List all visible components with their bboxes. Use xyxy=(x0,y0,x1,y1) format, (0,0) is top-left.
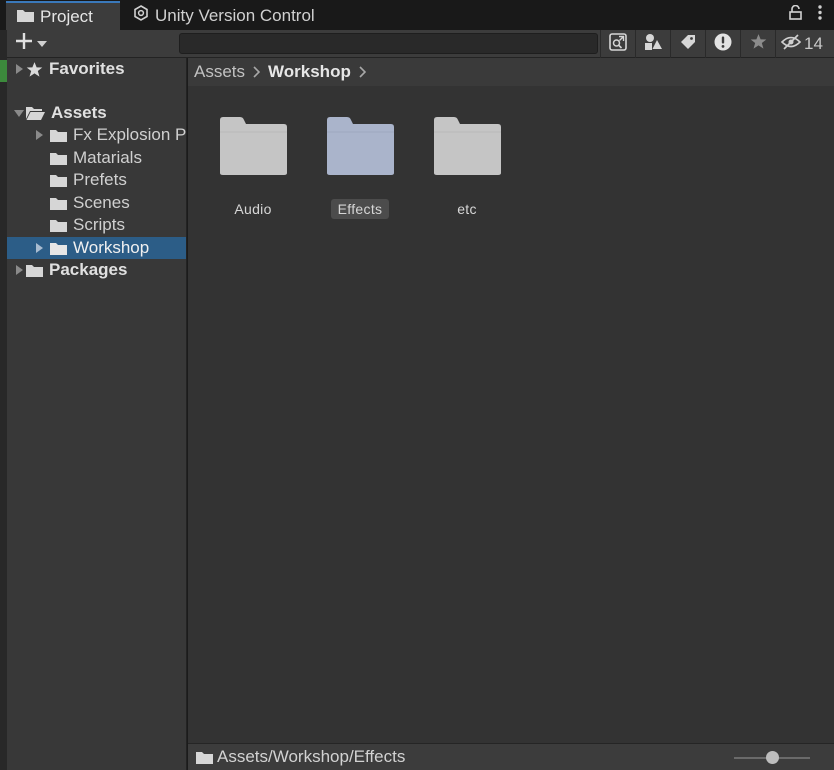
sidebar-item-label: Scenes xyxy=(73,193,130,212)
search-window-icon xyxy=(609,32,627,56)
tab-label: Project xyxy=(40,6,93,26)
breadcrumb: Assets Workshop xyxy=(188,58,834,86)
search-input[interactable] xyxy=(179,33,598,54)
icon-size-slider[interactable] xyxy=(734,751,810,764)
more-options-icon[interactable] xyxy=(818,5,822,25)
folder-icon xyxy=(50,129,67,142)
sidebar-item-label: Favorites xyxy=(49,59,125,78)
folder-open-icon xyxy=(26,106,45,120)
eye-hidden-icon xyxy=(780,33,802,55)
sidebar-item-label: Fx Explosion P xyxy=(73,125,187,144)
star-icon xyxy=(750,33,767,55)
window-edge xyxy=(0,30,7,770)
expand-arrow-icon[interactable] xyxy=(32,237,46,259)
collapse-arrow-icon[interactable] xyxy=(12,102,26,124)
asset-label: etc xyxy=(457,201,477,217)
breadcrumb-item[interactable]: Assets xyxy=(194,62,245,82)
shapes-icon xyxy=(644,33,662,56)
sidebar-item-label: Scripts xyxy=(73,215,125,234)
sidebar-item-label: Prefets xyxy=(73,170,127,189)
search-scope-button[interactable] xyxy=(600,30,635,58)
folder-icon xyxy=(325,116,395,181)
folder-icon xyxy=(17,7,34,27)
sidebar-item-matarials[interactable]: Matarials xyxy=(7,147,186,169)
folder-icon xyxy=(50,219,67,232)
folder-icon xyxy=(50,197,67,210)
star-icon xyxy=(26,61,43,78)
lock-icon[interactable] xyxy=(789,4,802,25)
tab-project[interactable]: Project xyxy=(6,1,120,30)
breadcrumb-item[interactable]: Workshop xyxy=(268,62,351,82)
asset-folder-etc[interactable]: etc xyxy=(417,116,517,219)
status-bar: Assets/Workshop/Effects xyxy=(188,743,834,770)
asset-browser: Assets Workshop Audio Effects etc Assets… xyxy=(188,58,834,770)
search-by-type-button[interactable] xyxy=(635,30,670,58)
folder-icon xyxy=(218,116,288,181)
sidebar-item-workshop[interactable]: Workshop xyxy=(7,237,186,259)
tab-unity-version-control[interactable]: Unity Version Control xyxy=(122,1,352,30)
create-button[interactable] xyxy=(15,32,55,54)
tag-icon xyxy=(680,34,696,55)
chevron-right-icon[interactable] xyxy=(359,66,366,78)
project-sidebar: Favorites Assets Fx Explosion P Matarial… xyxy=(7,58,187,770)
tab-bar: Project Unity Version Control xyxy=(0,0,834,30)
favorites-button[interactable] xyxy=(740,30,775,58)
sidebar-item-label: Packages xyxy=(49,260,128,279)
hidden-packages-toggle[interactable]: 14 xyxy=(775,30,827,58)
sidebar-item-fx-explosion[interactable]: Fx Explosion P xyxy=(7,124,187,146)
asset-label: Audio xyxy=(234,201,272,217)
sidebar-item-favorites[interactable]: Favorites xyxy=(7,58,186,80)
sidebar-item-assets[interactable]: Assets xyxy=(7,102,186,124)
asset-folder-audio[interactable]: Audio xyxy=(203,116,303,219)
folder-icon xyxy=(196,751,213,764)
search-by-label-button[interactable] xyxy=(670,30,705,58)
asset-label: Effects xyxy=(330,199,390,219)
selected-asset-path: Assets/Workshop/Effects xyxy=(217,747,406,766)
chevron-down-icon xyxy=(37,34,47,52)
expand-arrow-icon[interactable] xyxy=(32,124,46,146)
sidebar-item-label: Matarials xyxy=(73,148,142,167)
plus-icon xyxy=(15,32,33,55)
sidebar-item-label: Assets xyxy=(51,103,107,122)
folder-icon xyxy=(432,116,502,181)
warning-icon xyxy=(714,33,732,56)
toolbar: 14 xyxy=(7,30,834,58)
version-control-icon xyxy=(133,5,149,26)
sidebar-item-prefets[interactable]: Prefets xyxy=(7,169,186,191)
sidebar-item-scripts[interactable]: Scripts xyxy=(7,214,186,236)
sidebar-item-packages[interactable]: Packages xyxy=(7,259,186,281)
sidebar-item-scenes[interactable]: Scenes xyxy=(7,192,186,214)
log-types-button[interactable] xyxy=(705,30,740,58)
folder-icon xyxy=(26,264,43,277)
asset-folder-effects[interactable]: Effects xyxy=(310,116,410,219)
slider-handle[interactable] xyxy=(766,751,779,764)
expand-arrow-icon[interactable] xyxy=(12,58,26,80)
folder-icon xyxy=(50,152,67,165)
tab-label: Unity Version Control xyxy=(155,5,315,25)
chevron-right-icon[interactable] xyxy=(253,66,261,78)
folder-icon xyxy=(50,242,67,255)
hidden-packages-count: 14 xyxy=(804,34,823,53)
folder-icon xyxy=(50,174,67,187)
expand-arrow-icon[interactable] xyxy=(12,259,26,281)
sidebar-item-label: Workshop xyxy=(73,238,150,257)
